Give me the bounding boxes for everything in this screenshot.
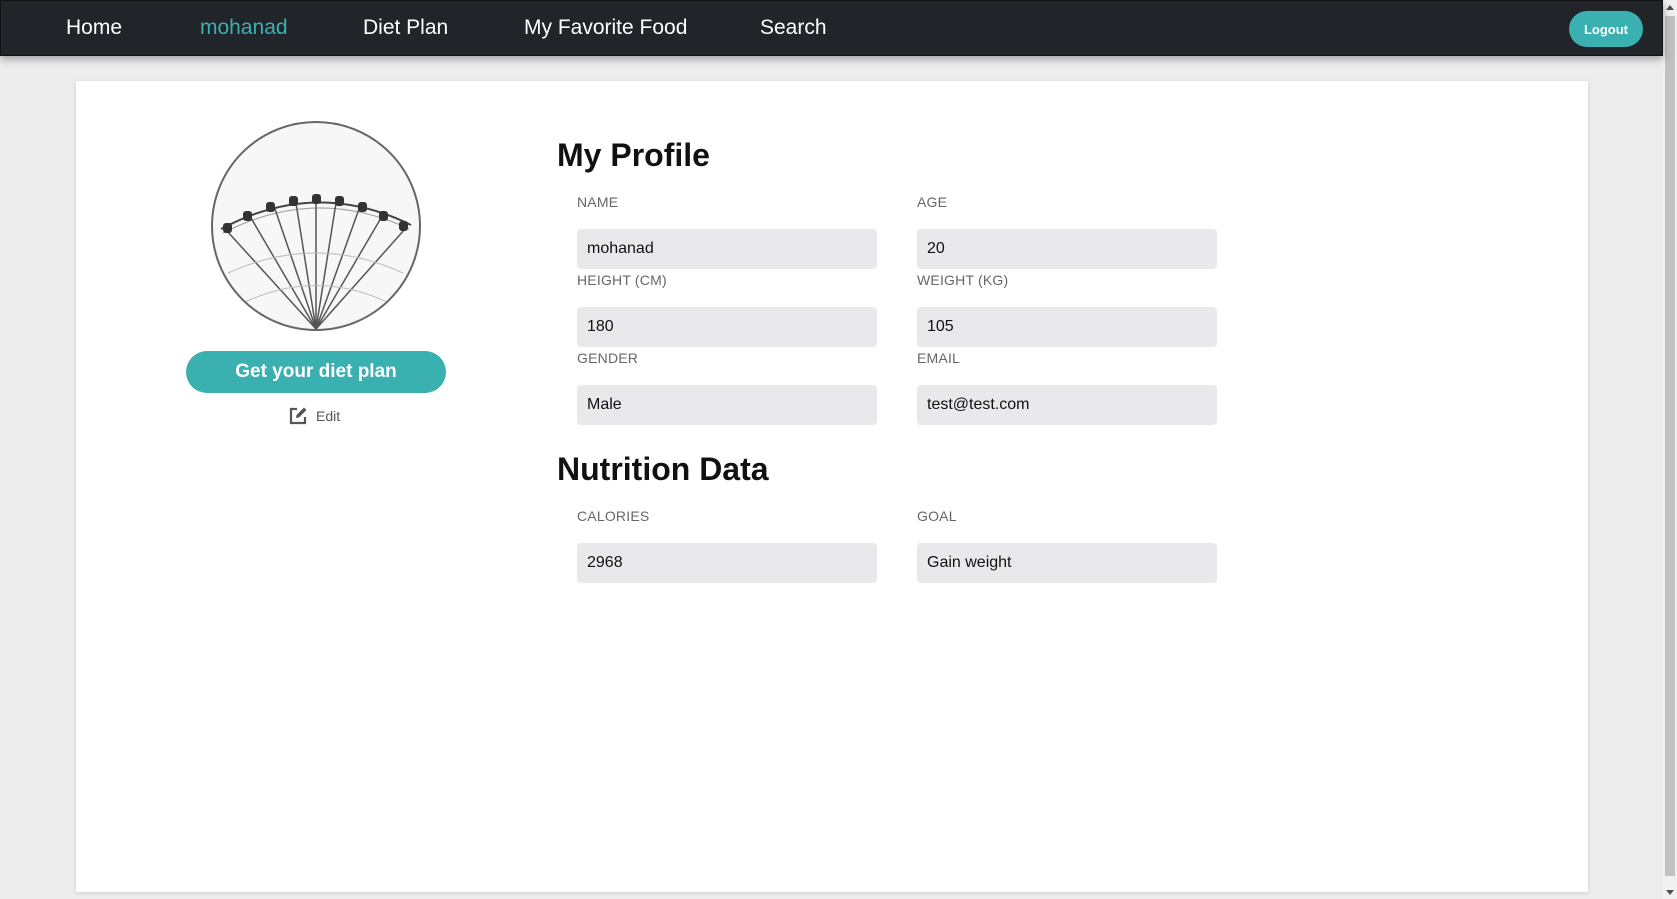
scrollbar-thumb[interactable] (1665, 16, 1675, 876)
logout-button[interactable]: Logout (1569, 11, 1643, 47)
name-field[interactable]: mohanad (577, 229, 877, 269)
age-label: AGE (917, 194, 948, 210)
avatar-illustration (220, 194, 412, 329)
gender-field[interactable]: Male (577, 385, 877, 425)
goal-field[interactable]: Gain weight (917, 543, 1217, 583)
calories-field[interactable]: 2968 (577, 543, 877, 583)
height-label: HEIGHT (CM) (577, 272, 667, 288)
nav-favorite-food-link[interactable]: My Favorite Food (524, 16, 687, 40)
calories-label: CALORIES (577, 508, 650, 524)
profile-card: Get your diet plan Edit My Profile NAME … (76, 81, 1588, 892)
name-label: NAME (577, 194, 619, 210)
get-diet-plan-button[interactable]: Get your diet plan (186, 351, 446, 393)
scroll-down-arrow-icon[interactable] (1663, 885, 1677, 899)
nav-diet-plan-link[interactable]: Diet Plan (363, 16, 448, 40)
top-navbar: Home mohanad Diet Plan My Favorite Food … (0, 0, 1663, 56)
goal-label: GOAL (917, 508, 957, 524)
email-label: EMAIL (917, 350, 961, 366)
weight-field[interactable]: 105 (917, 307, 1217, 347)
email-field[interactable]: test@test.com (917, 385, 1217, 425)
gender-label: GENDER (577, 350, 639, 366)
edit-label: Edit (316, 408, 341, 424)
page-scrollbar[interactable] (1663, 0, 1677, 899)
edit-icon (289, 407, 307, 425)
edit-profile-link[interactable]: Edit (288, 405, 340, 427)
height-field[interactable]: 180 (577, 307, 877, 347)
profile-avatar-image (211, 121, 421, 331)
nutrition-section-title: Nutrition Data (557, 451, 769, 487)
nav-search-link[interactable]: Search (760, 16, 827, 40)
nav-home-link[interactable]: Home (66, 16, 122, 40)
age-field[interactable]: 20 (917, 229, 1217, 269)
weight-label: WEIGHT (KG) (917, 272, 1009, 288)
nav-profile-link[interactable]: mohanad (200, 16, 288, 40)
profile-section-title: My Profile (557, 137, 710, 173)
scroll-up-arrow-icon[interactable] (1663, 0, 1677, 14)
